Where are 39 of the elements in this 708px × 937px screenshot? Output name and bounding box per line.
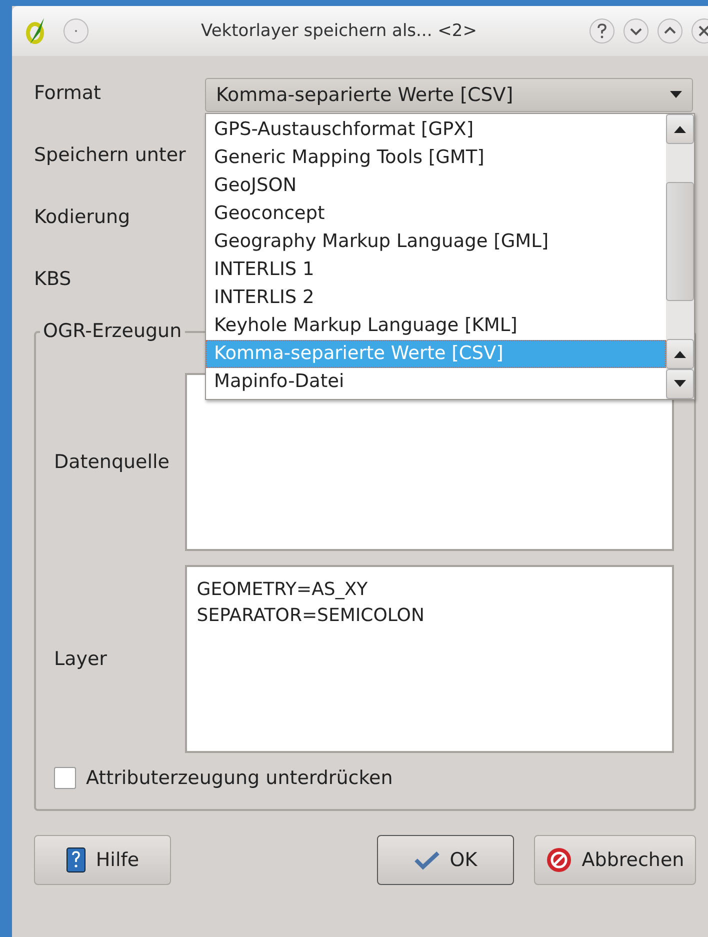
help-icon[interactable] [588,17,616,45]
dropdown-option[interactable]: Keyhole Markup Language [KML] [206,312,666,340]
checkbox-label: Attributerzeugung unterdrücken [86,767,393,789]
group-title: OGR-Erzeugun [40,320,185,342]
dropdown-option[interactable]: GPS-Austauschformat [GPX] [206,116,666,144]
field-label: Datenquelle [54,451,170,473]
book-icon [66,847,86,873]
window-title: Vektorlayer speichern als... <2> [200,21,478,41]
maximize-icon[interactable] [656,17,684,45]
up-arrow-icon [674,125,686,133]
format-dropdown[interactable]: Komma-separierte Werte [CSV] [205,78,693,112]
layer-options-field[interactable]: GEOMETRY=AS_XY SEPARATOR=SEMICOLON [184,565,674,753]
field-label: KBS [34,267,72,290]
scroll-up-button[interactable] [666,114,694,144]
scrollbar[interactable] [666,114,694,399]
dropdown-option[interactable]: INTERLIS 2 [206,284,666,312]
up-arrow-icon [674,350,686,358]
scroll-down-button[interactable] [666,369,694,399]
field-label: Kodierung [34,205,132,228]
dropdown-option[interactable]: Generic Mapping Tools [GMT] [206,144,666,172]
ok-button[interactable]: OK [377,835,514,885]
scroll-thumb[interactable] [666,182,694,301]
dropdown-option[interactable]: Geography Markup Language [GML] [206,228,666,256]
checkmark-icon [414,850,440,870]
format-label: Format [34,81,102,104]
field-label: Layer [54,648,108,670]
caret-icon [670,91,682,99]
dropdown-option[interactable]: INTERLIS 1 [206,256,666,284]
cancel-icon [546,847,572,873]
help-button[interactable]: Hilfe [34,835,171,885]
minimize-icon[interactable] [622,17,650,45]
dropdown-option[interactable]: Geoconcept [206,200,666,228]
scroll-up-button[interactable] [666,339,694,369]
dropdown-option[interactable]: Mapinfo-Datei [206,368,666,396]
field-label: Speichern unter [34,143,187,166]
dropdown-option[interactable]: GeoJSON [206,172,666,200]
down-arrow-icon [674,380,686,388]
cancel-button[interactable]: Abbrechen [534,835,696,885]
checkbox[interactable] [54,767,76,789]
